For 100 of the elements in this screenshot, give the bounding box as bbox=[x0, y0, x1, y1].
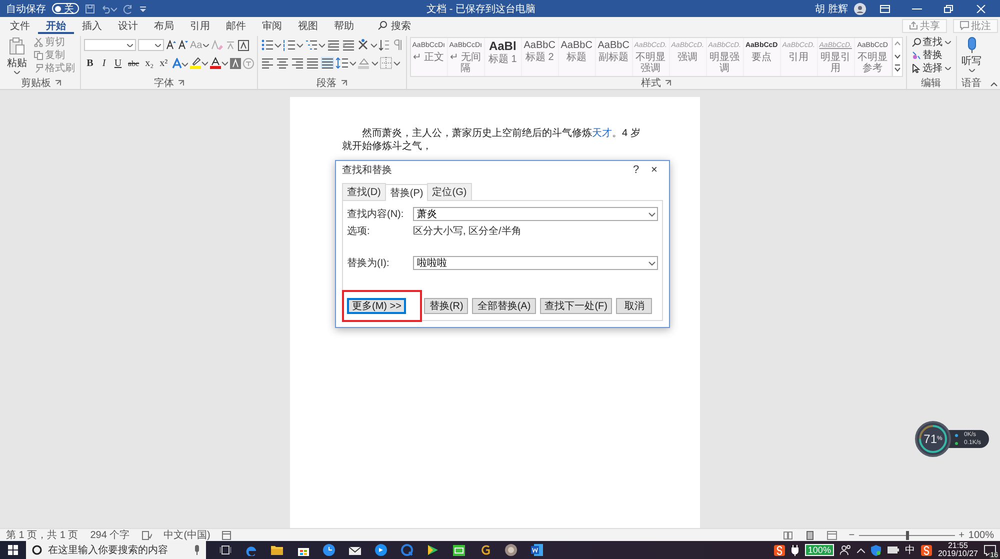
menu-tab[interactable]: 插入 bbox=[74, 17, 110, 34]
page-count[interactable]: 第 1 页，共 1 页 bbox=[6, 528, 78, 542]
align-right-icon[interactable] bbox=[290, 57, 304, 69]
customize-icon[interactable] bbox=[139, 4, 147, 12]
dialog-close-button[interactable]: × bbox=[645, 163, 663, 177]
menu-tab[interactable]: 设计 bbox=[110, 17, 146, 34]
character-border-icon[interactable] bbox=[238, 40, 250, 50]
search-button[interactable]: 搜索 bbox=[372, 18, 417, 34]
replace-button[interactable]: 替换 bbox=[910, 49, 945, 61]
menu-tab[interactable]: 布局 bbox=[146, 17, 182, 34]
menu-tab[interactable]: 邮件 bbox=[218, 17, 254, 34]
print-layout-icon[interactable] bbox=[804, 530, 815, 540]
dialog-button[interactable]: 全部替换(A) bbox=[472, 298, 536, 314]
comments-button[interactable]: 批注 bbox=[953, 18, 998, 32]
help-button[interactable]: ? bbox=[627, 163, 645, 177]
dialog-tab[interactable]: 查找(D) bbox=[342, 183, 386, 200]
format-button[interactable]: I bbox=[98, 58, 110, 68]
start-icon[interactable] bbox=[8, 545, 18, 555]
zoom-out-button[interactable]: − bbox=[848, 530, 855, 540]
save-icon[interactable] bbox=[85, 4, 95, 14]
macro-icon[interactable] bbox=[222, 530, 232, 540]
input-method-icon[interactable] bbox=[920, 544, 932, 556]
style-item[interactable]: AaBbC 副标题 bbox=[596, 38, 633, 76]
browser-icon[interactable] bbox=[246, 544, 256, 556]
style-item[interactable]: AaBl 标题 1 bbox=[484, 38, 522, 76]
menu-tab[interactable]: 视图 bbox=[290, 17, 326, 34]
caret-up-icon[interactable] bbox=[856, 548, 865, 552]
task-view-icon[interactable] bbox=[220, 545, 230, 555]
shading-icon[interactable] bbox=[358, 57, 378, 69]
format-button[interactable]: x₂ bbox=[143, 58, 156, 68]
align-left-icon[interactable] bbox=[260, 57, 274, 69]
format-button[interactable]: U bbox=[112, 58, 124, 68]
dialog-launcher-icon[interactable] bbox=[178, 80, 184, 86]
dictate-button[interactable]: 听写 bbox=[960, 36, 984, 73]
zoom-level[interactable]: 100% bbox=[968, 530, 994, 540]
people-icon[interactable] bbox=[840, 545, 851, 555]
app-icon[interactable] bbox=[480, 544, 490, 556]
word-count[interactable]: 294 个字 bbox=[90, 528, 130, 542]
folder-icon[interactable] bbox=[271, 545, 283, 555]
bullets-icon[interactable] bbox=[260, 39, 281, 51]
menu-tab[interactable]: 引用 bbox=[182, 17, 218, 34]
input-method-icon[interactable] bbox=[774, 544, 785, 556]
borders-icon[interactable] bbox=[380, 57, 400, 69]
format-button[interactable]: B bbox=[84, 58, 96, 68]
undo-icon[interactable] bbox=[101, 4, 117, 14]
read-mode-icon[interactable] bbox=[782, 530, 793, 540]
dialog-button[interactable]: 取消 bbox=[616, 298, 652, 314]
clock-date[interactable]: 2019/10/27 bbox=[938, 550, 978, 558]
multilevel-list-icon[interactable] bbox=[304, 39, 325, 51]
justify-icon[interactable] bbox=[306, 57, 319, 69]
ime-indicator[interactable]: 中 bbox=[904, 543, 915, 557]
more-button[interactable]: 更多(M) >> bbox=[347, 298, 406, 314]
style-item[interactable]: AaBbC 标题 bbox=[558, 38, 596, 76]
taskbar-search-field[interactable]: 在这里输入你要搜索的内容 bbox=[26, 541, 206, 559]
avatar-icon[interactable] bbox=[854, 2, 866, 14]
dialog-button[interactable]: 查找下一处(F) bbox=[540, 298, 612, 314]
document-app-icon[interactable] bbox=[531, 544, 543, 556]
autosave-toggle[interactable]: 关 bbox=[52, 3, 79, 14]
more-styles-icon[interactable] bbox=[892, 62, 902, 74]
app-icon[interactable] bbox=[453, 544, 465, 556]
zoom-in-button[interactable]: + bbox=[958, 530, 964, 540]
dialog-launcher-icon[interactable] bbox=[55, 80, 61, 86]
menu-tab[interactable]: 文件 bbox=[2, 17, 38, 34]
mail-icon[interactable] bbox=[349, 545, 361, 555]
find-button[interactable]: 查找 bbox=[910, 36, 953, 48]
dialog-launcher-icon[interactable] bbox=[665, 80, 672, 86]
distribute-icon[interactable] bbox=[320, 57, 334, 69]
grow-font-icon[interactable] bbox=[166, 40, 176, 50]
dialog-launcher-icon[interactable] bbox=[340, 80, 347, 86]
increase-indent-icon[interactable] bbox=[342, 39, 355, 51]
shrink-font-icon[interactable] bbox=[178, 40, 188, 50]
line-spacing-icon[interactable] bbox=[336, 57, 356, 69]
font-name-field[interactable] bbox=[84, 39, 136, 51]
dialog-button[interactable]: 替换(R) bbox=[424, 298, 468, 314]
format-button[interactable]: x² bbox=[158, 58, 170, 68]
menu-tab[interactable]: 开始 bbox=[38, 17, 74, 34]
character-shading-icon[interactable] bbox=[230, 58, 241, 68]
numbering-icon[interactable] bbox=[282, 39, 303, 51]
style-item[interactable]: AaBbC 标题 2 bbox=[522, 38, 559, 76]
paste-button[interactable]: 粘贴 bbox=[5, 36, 29, 75]
dialog-tab[interactable]: 定位(G) bbox=[427, 183, 472, 200]
highlight-icon[interactable] bbox=[190, 57, 208, 69]
dialog-tab[interactable]: 替换(P) bbox=[384, 184, 428, 201]
language[interactable]: 中文(中国) bbox=[164, 528, 210, 542]
proofing-icon[interactable] bbox=[142, 530, 152, 540]
align-center-icon[interactable] bbox=[276, 57, 289, 69]
web-layout-icon[interactable] bbox=[826, 530, 837, 540]
font-size-field[interactable] bbox=[138, 39, 164, 51]
font-color-icon[interactable] bbox=[210, 57, 228, 69]
app-icon[interactable] bbox=[375, 544, 387, 556]
sort-icon[interactable] bbox=[378, 39, 391, 51]
format-button[interactable]: abc bbox=[126, 58, 142, 68]
app-icon[interactable] bbox=[505, 544, 517, 556]
decrease-indent-icon[interactable] bbox=[326, 39, 340, 51]
battery-icon[interactable] bbox=[886, 546, 899, 554]
shield-icon[interactable] bbox=[870, 544, 881, 556]
text-effect-icon[interactable] bbox=[172, 58, 188, 68]
select-button[interactable]: 选择 bbox=[910, 62, 953, 74]
plug-icon[interactable] bbox=[790, 544, 799, 556]
chinese-layout-icon[interactable] bbox=[356, 39, 377, 51]
